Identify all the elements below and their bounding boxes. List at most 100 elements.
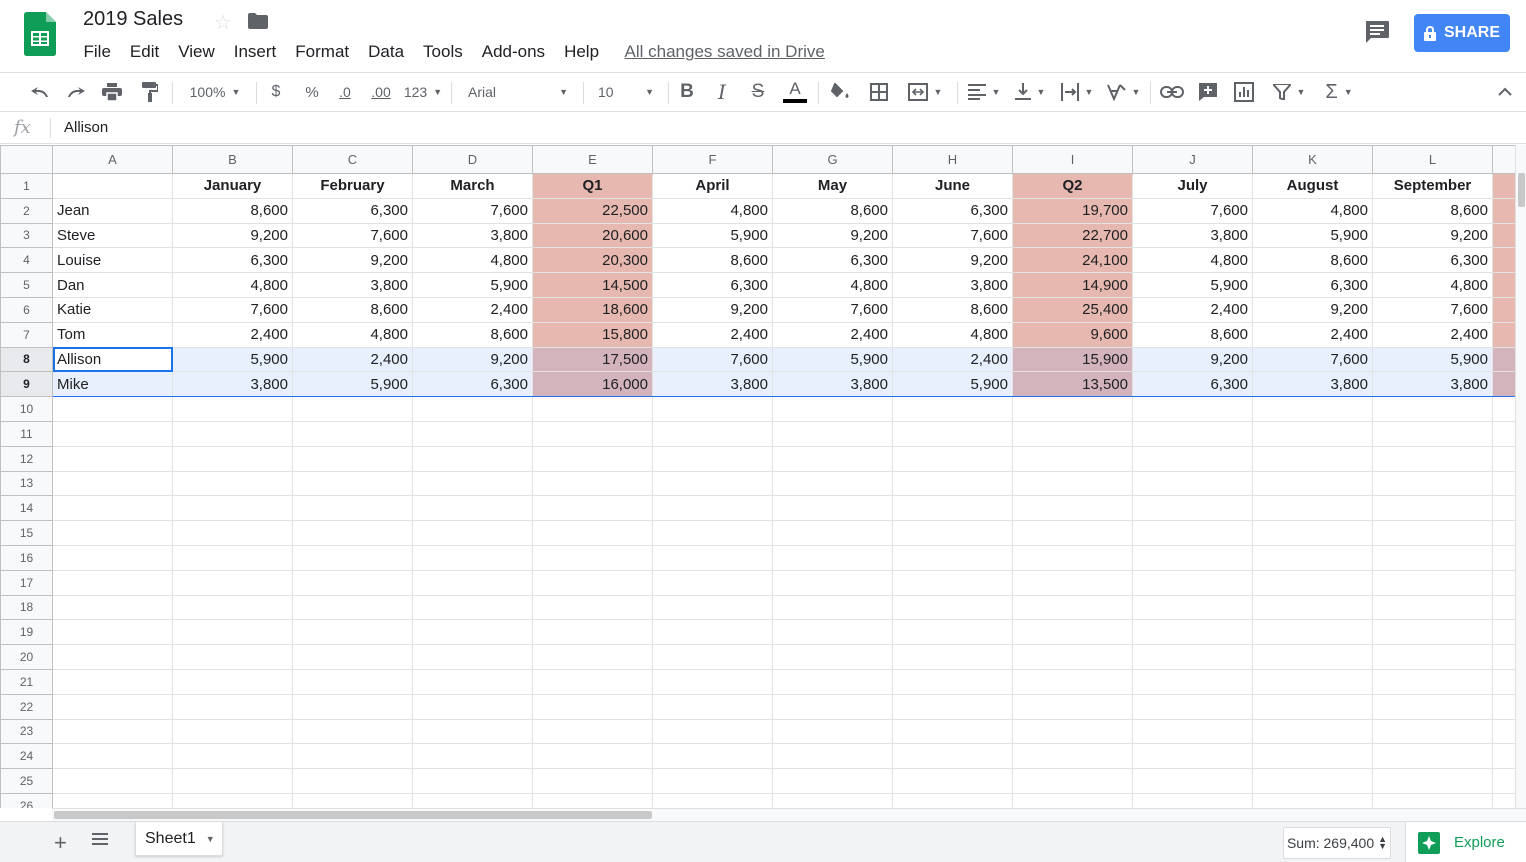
text-color-icon[interactable]: A — [782, 73, 808, 111]
cell-l26[interactable] — [1372, 792, 1493, 808]
vertical-align-icon[interactable]: ▼ — [1012, 73, 1048, 111]
cell-b5[interactable]: 4,800 — [172, 272, 293, 298]
share-button[interactable]: SHARE — [1414, 14, 1510, 52]
cell-f5[interactable]: 6,300 — [652, 272, 773, 298]
row-header[interactable]: 22 — [0, 693, 53, 720]
insert-link-icon[interactable] — [1158, 73, 1186, 111]
cell-b25[interactable] — [172, 768, 293, 794]
cell-l11[interactable] — [1372, 420, 1493, 447]
cell-f17[interactable] — [652, 569, 773, 596]
cell-i1[interactable]: Q2 — [1012, 173, 1133, 199]
cell-b23[interactable] — [172, 718, 293, 745]
column-header-j[interactable]: J — [1132, 145, 1253, 174]
cell-d23[interactable] — [412, 718, 533, 745]
font-size-select[interactable]: 10 ▼ — [592, 73, 660, 111]
cell-e23[interactable] — [532, 718, 653, 745]
cell-a22[interactable] — [52, 693, 173, 720]
cell-a17[interactable] — [52, 569, 173, 596]
cell-k18[interactable] — [1252, 594, 1373, 621]
undo-icon[interactable] — [26, 73, 54, 111]
cell-a21[interactable] — [52, 668, 173, 695]
insert-chart-icon[interactable] — [1230, 73, 1258, 111]
cell-a4[interactable]: Louise — [52, 247, 173, 274]
column-header-i[interactable]: I — [1012, 145, 1133, 174]
menu-view[interactable]: View — [169, 42, 225, 62]
cell-k22[interactable] — [1252, 693, 1373, 720]
cell-c15[interactable] — [292, 520, 413, 546]
cell-a2[interactable]: Jean — [52, 197, 173, 224]
row-header[interactable]: 5 — [0, 272, 53, 298]
cell-l14[interactable] — [1372, 495, 1493, 522]
column-header-d[interactable]: D — [412, 145, 533, 174]
cell-m22[interactable] — [1492, 693, 1515, 720]
cell-c2[interactable]: 6,300 — [292, 197, 413, 224]
cell-a26[interactable] — [52, 792, 173, 808]
cell-m5[interactable] — [1492, 272, 1515, 298]
cell-i19[interactable] — [1012, 619, 1133, 646]
cell-f23[interactable] — [652, 718, 773, 745]
cell-f16[interactable] — [652, 544, 773, 571]
cell-a16[interactable] — [52, 544, 173, 571]
cell-i23[interactable] — [1012, 718, 1133, 745]
cell-d22[interactable] — [412, 693, 533, 720]
cell-c18[interactable] — [292, 594, 413, 621]
cell-b24[interactable] — [172, 743, 293, 770]
row-header[interactable]: 11 — [0, 420, 53, 447]
cell-m17[interactable] — [1492, 569, 1515, 596]
cell-i24[interactable] — [1012, 743, 1133, 770]
cell-h21[interactable] — [892, 668, 1013, 695]
cell-g11[interactable] — [772, 420, 893, 447]
all-sheets-icon[interactable] — [92, 832, 108, 846]
collapse-menus-icon[interactable] — [1492, 73, 1518, 111]
cell-l18[interactable] — [1372, 594, 1493, 621]
cell-g15[interactable] — [772, 520, 893, 546]
cell-m13[interactable] — [1492, 470, 1515, 497]
cell-h8[interactable]: 2,400 — [892, 346, 1013, 373]
cell-b1[interactable]: January — [172, 173, 293, 199]
cell-d5[interactable]: 5,900 — [412, 272, 533, 298]
more-formats-button[interactable]: 123 ▼ — [402, 73, 444, 111]
cell-f20[interactable] — [652, 644, 773, 670]
menu-file[interactable]: File — [74, 42, 120, 62]
filter-icon[interactable]: ▼ — [1266, 73, 1312, 111]
explore-button[interactable]: Explore — [1405, 822, 1526, 862]
cell-j18[interactable] — [1132, 594, 1253, 621]
cell-a13[interactable] — [52, 470, 173, 497]
cell-a6[interactable]: Katie — [52, 296, 173, 323]
cell-c4[interactable]: 9,200 — [292, 247, 413, 274]
cell-b11[interactable] — [172, 420, 293, 447]
row-header[interactable]: 13 — [0, 470, 53, 497]
cell-g12[interactable] — [772, 445, 893, 472]
borders-icon[interactable] — [866, 73, 892, 111]
cell-i6[interactable]: 25,400 — [1012, 296, 1133, 323]
cell-c19[interactable] — [292, 619, 413, 646]
cell-g26[interactable] — [772, 792, 893, 808]
cell-h11[interactable] — [892, 420, 1013, 447]
cell-c22[interactable] — [292, 693, 413, 720]
cell-c1[interactable]: February — [292, 173, 413, 199]
cell-j22[interactable] — [1132, 693, 1253, 720]
cell-b9[interactable]: 3,800 — [172, 371, 293, 398]
cell-e16[interactable] — [532, 544, 653, 571]
row-header[interactable]: 26 — [0, 792, 53, 808]
cell-k19[interactable] — [1252, 619, 1373, 646]
cell-k13[interactable] — [1252, 470, 1373, 497]
sum-indicator[interactable]: Sum: 269,400 ▲ ▼ — [1283, 827, 1391, 859]
sheets-logo-icon[interactable] — [24, 12, 56, 56]
row-header[interactable]: 4 — [0, 247, 53, 274]
cell-h23[interactable] — [892, 718, 1013, 745]
cell-j8[interactable]: 9,200 — [1132, 346, 1253, 373]
cell-g17[interactable] — [772, 569, 893, 596]
formula-input[interactable]: Allison — [64, 119, 108, 136]
cell-c23[interactable] — [292, 718, 413, 745]
cell-h10[interactable] — [892, 396, 1013, 422]
cell-h24[interactable] — [892, 743, 1013, 770]
cell-b12[interactable] — [172, 445, 293, 472]
cell-a7[interactable]: Tom — [52, 321, 173, 348]
cell-f8[interactable]: 7,600 — [652, 346, 773, 373]
document-title[interactable]: 2019 Sales — [83, 8, 183, 31]
cell-d11[interactable] — [412, 420, 533, 447]
cell-e4[interactable]: 20,300 — [532, 247, 653, 274]
cell-m15[interactable] — [1492, 520, 1515, 546]
cell-g21[interactable] — [772, 668, 893, 695]
